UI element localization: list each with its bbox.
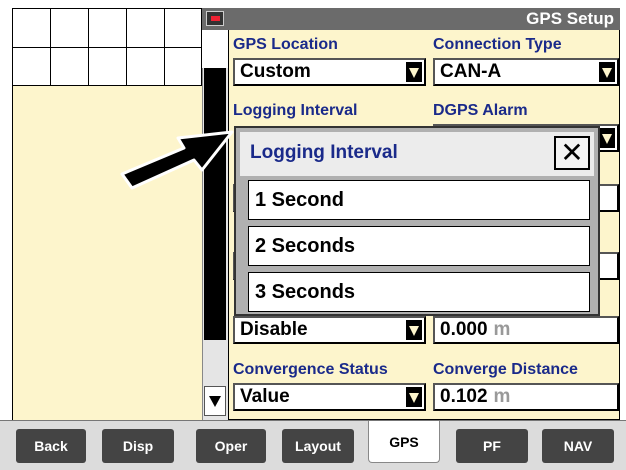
dropdown-arrow-icon	[599, 128, 615, 148]
shortcut-slot[interactable]	[165, 48, 202, 86]
shortcut-grid	[12, 8, 202, 86]
tab-nav[interactable]: NAV	[542, 429, 614, 463]
logging-interval-label: Logging Interval	[233, 102, 358, 119]
convergence-status-value: Value	[240, 386, 290, 407]
dropdown-arrow-icon	[406, 62, 422, 82]
scrollbar-thumb[interactable]	[204, 68, 226, 340]
shortcut-slot[interactable]	[13, 9, 51, 48]
scroll-down-button[interactable]	[204, 386, 226, 416]
enable-disable-dropdown[interactable]: Disable	[233, 316, 426, 344]
converge-distance-input[interactable]: 0.102 m	[433, 383, 619, 411]
option-3-seconds[interactable]: 3 Seconds	[248, 272, 590, 312]
close-button[interactable]: ✕	[554, 136, 590, 170]
shortcut-slot[interactable]	[51, 9, 89, 48]
shortcut-slot[interactable]	[127, 9, 165, 48]
page-title: GPS Setup	[526, 9, 614, 28]
shortcut-slot[interactable]	[13, 48, 51, 86]
shortcut-slot[interactable]	[165, 9, 202, 48]
distance-unit: m	[493, 319, 511, 340]
shortcut-slot[interactable]	[51, 48, 89, 86]
shortcut-slot[interactable]	[89, 9, 127, 48]
logging-interval-popup: Logging Interval ✕ 1 Second 2 Seconds 3 …	[234, 126, 600, 316]
arrow-down-icon	[209, 396, 221, 407]
tab-back[interactable]: Back	[16, 429, 86, 463]
popup-title: Logging Interval	[250, 142, 398, 163]
distance-input[interactable]: 0.000 m	[433, 316, 619, 344]
dgps-alarm-label: DGPS Alarm	[433, 102, 528, 119]
option-1-second[interactable]: 1 Second	[248, 180, 590, 220]
convergence-status-label: Convergence Status	[233, 361, 388, 378]
dropdown-arrow-icon	[406, 320, 422, 340]
distance-value: 0.000	[440, 319, 488, 340]
title-bar: GPS Setup	[202, 8, 620, 30]
converge-distance-value: 0.102	[440, 386, 488, 407]
tab-layout[interactable]: Layout	[282, 429, 354, 463]
tab-pf[interactable]: PF	[456, 429, 528, 463]
shortcut-slot[interactable]	[89, 48, 127, 86]
convergence-status-dropdown[interactable]: Value	[233, 383, 426, 411]
gps-location-label: GPS Location	[233, 36, 338, 53]
tab-disp[interactable]: Disp	[102, 429, 174, 463]
tab-gps[interactable]: GPS	[368, 421, 440, 463]
converge-distance-unit: m	[493, 386, 511, 407]
option-2-seconds[interactable]: 2 Seconds	[248, 226, 590, 266]
popup-header: Logging Interval ✕	[240, 132, 594, 176]
gps-setup-app-icon	[206, 11, 224, 26]
gps-location-value: Custom	[240, 61, 311, 82]
connection-type-label: Connection Type	[433, 36, 562, 53]
bottom-tab-bar: Back Disp Oper Layout GPS PF NAV	[0, 420, 626, 470]
converge-distance-label: Converge Distance	[433, 361, 578, 378]
dropdown-arrow-icon	[406, 387, 422, 407]
connection-type-value: CAN-A	[440, 61, 502, 82]
dropdown-arrow-icon	[599, 62, 615, 82]
connection-type-dropdown[interactable]: CAN-A	[433, 58, 619, 86]
callout-arrow-icon	[120, 130, 234, 190]
gps-location-dropdown[interactable]: Custom	[233, 58, 426, 86]
display-screen: GPS Setup GPS Location Custom Connection…	[0, 0, 626, 470]
shortcut-slot[interactable]	[127, 48, 165, 86]
close-icon: ✕	[560, 137, 584, 168]
enable-disable-value: Disable	[240, 319, 308, 340]
tab-oper[interactable]: Oper	[196, 429, 266, 463]
